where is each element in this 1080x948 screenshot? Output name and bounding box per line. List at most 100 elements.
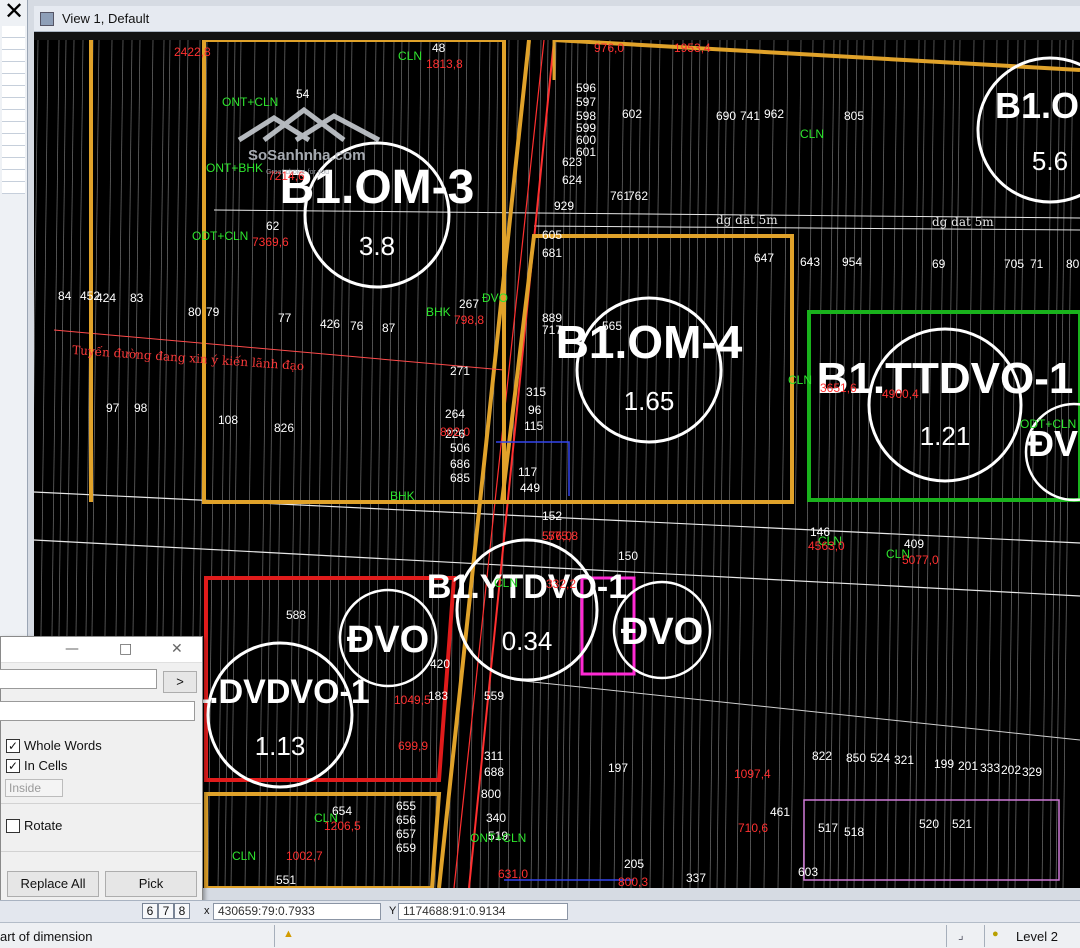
zone-marker[interactable]: B1.OM-33.8 bbox=[280, 141, 475, 289]
parcel-number: 624 bbox=[562, 173, 582, 187]
parcel-number: 202 bbox=[1001, 763, 1021, 777]
minimize-icon[interactable]: — bbox=[65, 641, 79, 657]
parcel-number: 655 bbox=[396, 799, 416, 813]
area-value: 1002,7 bbox=[286, 849, 323, 863]
parcel-number: 681 bbox=[542, 246, 562, 260]
zone-value: 3.8 bbox=[359, 231, 395, 261]
parcel-number: 929 bbox=[554, 199, 574, 213]
whole-words-label: Whole Words bbox=[24, 738, 102, 753]
parcel-number: 150 bbox=[618, 549, 638, 563]
land-use-label: ĐVO bbox=[482, 291, 508, 305]
view-title-bar[interactable]: View 1, Default bbox=[34, 6, 1080, 32]
pick-button[interactable]: Pick bbox=[105, 871, 197, 897]
area-value: 631,0 bbox=[498, 867, 528, 881]
warning-icon[interactable]: ▲ bbox=[283, 928, 294, 940]
zone-code: B1.OH bbox=[995, 85, 1080, 126]
parcel-number: 605 bbox=[542, 228, 562, 242]
replace-all-button[interactable]: Replace All bbox=[7, 871, 99, 897]
parcel-number: 518 bbox=[844, 825, 864, 839]
dvo-label: ĐVO bbox=[347, 619, 429, 661]
view-toolbar-strip[interactable] bbox=[34, 32, 1080, 40]
zone-marker[interactable]: B1.YTDVO-1 0.34 bbox=[427, 538, 627, 682]
zone-circle bbox=[206, 641, 354, 789]
area-value: 976,0 bbox=[594, 41, 624, 55]
area-value: 4563,0 bbox=[808, 539, 845, 553]
land-use-label: CLN bbox=[398, 49, 422, 63]
find-input[interactable] bbox=[0, 669, 157, 689]
parcel-number: 647 bbox=[754, 251, 774, 265]
parcel-number: 62 bbox=[266, 219, 280, 233]
replace-input[interactable] bbox=[0, 701, 195, 721]
land-use-label: BHK bbox=[390, 489, 415, 503]
view-button-6[interactable]: 6 bbox=[142, 903, 158, 919]
area-value: 802,0 bbox=[440, 425, 470, 439]
close-icon[interactable]: ✕ bbox=[4, 0, 24, 23]
parcel-number: 152 bbox=[542, 509, 562, 523]
parcel-number: 688 bbox=[484, 765, 504, 779]
parcel-number: 333 bbox=[980, 761, 1000, 775]
parcel-number: 850 bbox=[846, 751, 866, 765]
land-use-label: ODT+CLN bbox=[192, 229, 248, 243]
parcel-number: 551 bbox=[276, 873, 296, 887]
parcel-number: 588 bbox=[286, 608, 306, 622]
parcel-number: 117 bbox=[518, 465, 537, 479]
y-coordinate-field[interactable]: 1174688:91:0.9134 bbox=[398, 903, 568, 920]
parcel-number: 197 bbox=[608, 761, 628, 775]
parcel-number: 806 bbox=[1066, 257, 1080, 271]
parcel-number: 48 bbox=[432, 41, 446, 55]
watermark-brand: SoSanhnha.com bbox=[248, 147, 366, 164]
parcel-number: 565 bbox=[602, 319, 622, 333]
parcel-number: 954 bbox=[842, 255, 862, 269]
parcel-number: 84 bbox=[58, 289, 72, 303]
road-label: dg dat 5m bbox=[716, 213, 778, 227]
in-cells-checkbox[interactable]: ✓ bbox=[6, 759, 20, 773]
dvo-marker[interactable]: ĐVO bbox=[612, 580, 712, 680]
parcel-number: 98 bbox=[134, 401, 148, 415]
zone-circle bbox=[867, 327, 1023, 483]
zone-circle bbox=[455, 538, 599, 682]
parcel-number: 524 bbox=[870, 751, 890, 765]
scope-select[interactable]: Inside bbox=[5, 779, 63, 797]
parcel-number: 426 bbox=[320, 317, 340, 331]
dvo-marker[interactable]: ĐVO bbox=[338, 588, 438, 688]
dialog-title-bar[interactable]: — □ ✕ bbox=[1, 637, 202, 663]
zone-marker[interactable]: B1.OM-4 1.65 bbox=[556, 296, 743, 444]
parcel-number: 741 bbox=[740, 109, 760, 123]
find-replace-dialog[interactable]: — □ ✕ > ✓ Whole Words ✓ In Cells Inside … bbox=[0, 636, 203, 904]
parcel-number: 420 bbox=[430, 657, 450, 671]
parcel-number: 71 bbox=[1030, 257, 1044, 271]
parcel-number: 267 bbox=[459, 297, 479, 311]
parcel-number: 199 bbox=[934, 757, 954, 771]
parcel-number: 69 bbox=[932, 257, 946, 271]
area-value: 5077,0 bbox=[902, 553, 939, 567]
zone-value: 1.65 bbox=[624, 386, 675, 416]
parcel-number: 717 bbox=[542, 323, 562, 337]
view-button-8[interactable]: 8 bbox=[174, 903, 190, 919]
parcel-number: 822 bbox=[812, 749, 832, 763]
active-level[interactable]: Level 2 bbox=[1016, 929, 1058, 944]
maximize-icon[interactable]: □ bbox=[119, 641, 132, 657]
zone-marker[interactable]: 1.DVDVO-1 1.13 bbox=[190, 641, 370, 789]
status-bar: art of dimension ▲ ⌟ ● Level 2 bbox=[0, 922, 1080, 948]
find-next-button[interactable]: > bbox=[163, 671, 197, 693]
parcel-number: 657 bbox=[396, 827, 416, 841]
level-icon: ● bbox=[992, 928, 999, 940]
parcel-number: 690 bbox=[716, 109, 736, 123]
x-coordinate-field[interactable]: 430659:79:0.7933 bbox=[213, 903, 381, 920]
whole-words-checkbox[interactable]: ✓ bbox=[6, 739, 20, 753]
parcel-number: 54 bbox=[296, 87, 310, 101]
parcel-number: 271 bbox=[450, 364, 470, 378]
view-button-7[interactable]: 7 bbox=[158, 903, 174, 919]
area-value: 4900,4 bbox=[882, 387, 919, 401]
dvo-label: ĐVO bbox=[621, 611, 703, 653]
dialog-close-icon[interactable]: ✕ bbox=[171, 641, 183, 657]
rotate-checkbox[interactable] bbox=[6, 819, 20, 833]
parcel-number: 596 bbox=[576, 81, 596, 95]
parcel-number: 623 bbox=[562, 155, 582, 169]
area-value: 332,2 bbox=[546, 577, 576, 591]
parcel-number: 108 bbox=[218, 413, 238, 427]
snap-lock-icon[interactable]: ⌟ bbox=[958, 928, 964, 942]
land-use-label: CLN bbox=[800, 127, 824, 141]
area-value: 1097,4 bbox=[734, 767, 771, 781]
in-cells-label: In Cells bbox=[24, 758, 68, 773]
